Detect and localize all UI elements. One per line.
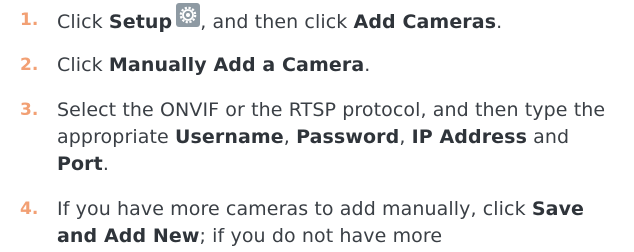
ip-address-label: IP Address [411, 126, 527, 148]
step-text: Click Setup, and then click Add Cameras. [57, 3, 627, 36]
add-cameras-label: Add Cameras [353, 11, 497, 33]
step-text: Click Manually Add a Camera. [57, 54, 371, 76]
step-text: Select the ONVIF or the RTSP protocol, a… [57, 99, 606, 175]
username-label: Username [174, 126, 284, 148]
manually-add-label: Manually Add a Camera [108, 54, 365, 76]
step-number: 3. [20, 100, 39, 120]
gear-icon [176, 3, 201, 27]
step-number: 1. [20, 10, 39, 30]
port-label: Port [57, 153, 103, 175]
step-number: 4. [20, 199, 39, 219]
setup-label: Setup [108, 11, 173, 33]
step-number: 2. [20, 55, 39, 75]
password-label: Password [296, 126, 400, 148]
step-text: If you have more cameras to add manually… [57, 198, 585, 247]
